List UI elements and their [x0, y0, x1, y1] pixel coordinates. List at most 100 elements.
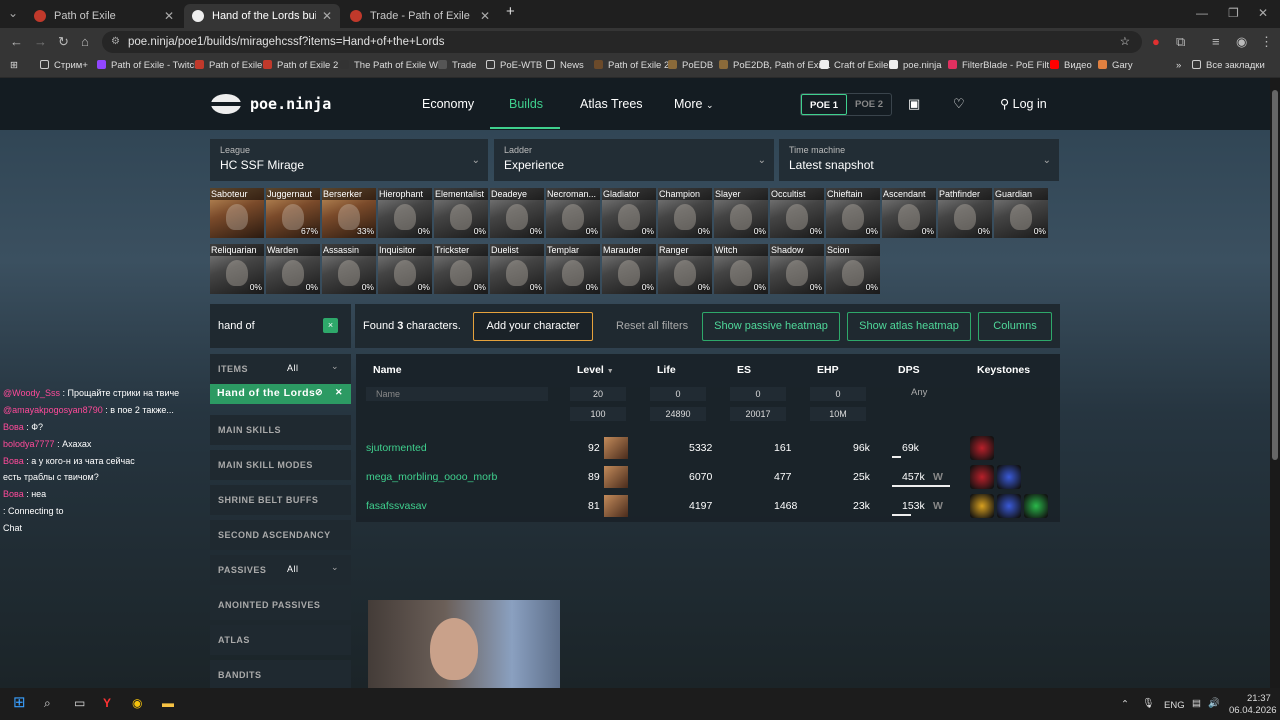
class-filter-22[interactable]: Templar 0% — [546, 244, 600, 294]
close-window-icon[interactable]: ✕ — [1258, 6, 1268, 20]
class-filter-26[interactable]: Shadow 0% — [770, 244, 824, 294]
class-filter-3[interactable]: Berserker 33% — [322, 188, 376, 238]
es-max-filter[interactable]: 20017 — [730, 407, 786, 421]
class-filter-17[interactable]: Warden 0% — [266, 244, 320, 294]
life-min-filter[interactable]: 0 — [650, 387, 706, 401]
es-min-filter[interactable]: 0 — [730, 387, 786, 401]
header-keystones[interactable]: Keystones — [977, 364, 1030, 376]
profile-icon[interactable]: ◉ — [1236, 34, 1247, 50]
bookmark-item[interactable]: The Path of Exile Wiki — [340, 60, 447, 71]
class-filter-2[interactable]: Juggernaut 67% — [266, 188, 320, 238]
league-select[interactable]: League HC SSF Mirage ⌄ — [210, 139, 488, 181]
nav-economy[interactable]: Economy — [422, 97, 474, 111]
bookmark-item[interactable]: Path of Exile 2 — [594, 60, 669, 71]
keystone-icon[interactable] — [970, 465, 994, 489]
address-bar[interactable]: ⚙ poe.ninja/poe1/builds/miragehcssf?item… — [102, 31, 1142, 53]
network-icon[interactable]: ▤ — [1192, 698, 1201, 709]
site-logo[interactable]: poe.ninja — [250, 95, 331, 113]
scrollbar-thumb[interactable] — [1272, 90, 1278, 460]
bandits-section[interactable]: BANDITS — [210, 660, 351, 688]
close-tab-icon[interactable]: ✕ — [322, 9, 332, 23]
character-name-link[interactable]: fasafssvasav — [366, 500, 427, 512]
search-icon[interactable]: ⌕ — [44, 696, 51, 711]
apps-grid-icon[interactable]: ⊞ — [10, 60, 18, 71]
forward-icon[interactable]: → — [34, 34, 47, 49]
life-max-filter[interactable]: 24890 — [650, 407, 706, 421]
chrome-icon[interactable]: ◉ — [132, 696, 142, 710]
anointed-passives-section[interactable]: ANOINTED PASSIVES — [210, 590, 351, 620]
bookmark-item[interactable]: PoE-WTB — [486, 60, 542, 71]
nav-builds[interactable]: Builds — [509, 97, 543, 111]
close-tab-icon[interactable]: ✕ — [480, 9, 490, 23]
shrine-belt-buffs-section[interactable]: SHRINE BELT BUFFS — [210, 485, 351, 515]
items-select[interactable]: All — [287, 360, 341, 378]
nav-more[interactable]: More ⌄ — [674, 97, 714, 111]
bookmark-item[interactable]: Gary — [1098, 60, 1133, 71]
passive-heatmap-button[interactable]: Show passive heatmap — [702, 312, 840, 341]
ninja-logo-icon[interactable] — [211, 94, 241, 114]
close-tab-icon[interactable]: ✕ — [164, 9, 174, 23]
keystone-icon[interactable] — [997, 465, 1021, 489]
class-filter-24[interactable]: Ranger 0% — [658, 244, 712, 294]
class-filter-9[interactable]: Champion 0% — [658, 188, 712, 238]
minimize-icon[interactable]: — — [1196, 6, 1208, 20]
login-button[interactable]: ⚲ Log in — [1000, 96, 1047, 111]
table-row[interactable]: sjutormented 92 5332 161 96k 69k — [356, 434, 1060, 462]
yandex-browser-icon[interactable]: Y — [103, 696, 111, 710]
level-min-filter[interactable]: 20 — [570, 387, 626, 401]
clear-search-button[interactable]: × — [323, 318, 338, 333]
level-max-filter[interactable]: 100 — [570, 407, 626, 421]
language-indicator[interactable]: ENG — [1164, 700, 1185, 711]
passives-section[interactable]: PASSIVES All — [210, 555, 351, 585]
atlas-section[interactable]: ATLAS — [210, 625, 351, 655]
more-bookmarks-icon[interactable]: » — [1176, 60, 1181, 71]
main-skill-modes-section[interactable]: MAIN SKILL MODES — [210, 450, 351, 480]
class-filter-18[interactable]: Assassin 0% — [322, 244, 376, 294]
active-item-filter[interactable]: Hand of the Lords ⊘ ✕ — [210, 384, 351, 404]
bookmark-item[interactable]: Path of Exile — [195, 60, 262, 71]
class-filter-12[interactable]: Chieftain 0% — [826, 188, 880, 238]
class-filter-1[interactable]: Saboteur — [210, 188, 264, 238]
page-scrollbar[interactable] — [1270, 78, 1280, 688]
tab-hand-of-the-lords[interactable]: Hand of the Lords builds - HC S ✕ — [184, 4, 340, 28]
class-filter-19[interactable]: Inquisitor 0% — [378, 244, 432, 294]
class-filter-4[interactable]: Hierophant 0% — [378, 188, 432, 238]
nav-atlas-trees[interactable]: Atlas Trees — [580, 97, 643, 111]
class-filter-5[interactable]: Elementalist 0% — [434, 188, 488, 238]
tab-list-icon[interactable]: ⌄ — [8, 6, 18, 20]
class-filter-14[interactable]: Pathfinder 0% — [938, 188, 992, 238]
table-row[interactable]: fasafssvasav 81 4197 1468 23k 153k W — [356, 492, 1060, 520]
class-filter-10[interactable]: Slayer 0% — [714, 188, 768, 238]
time-machine-select[interactable]: Time machine Latest snapshot ⌄ — [779, 139, 1059, 181]
class-filter-25[interactable]: Witch 0% — [714, 244, 768, 294]
class-filter-15[interactable]: Guardian 0% — [994, 188, 1048, 238]
header-dps[interactable]: DPS — [898, 364, 920, 376]
remove-filter-icon[interactable]: ✕ — [335, 387, 343, 398]
poe2-button[interactable]: POE 2 — [847, 94, 891, 115]
bookmark-item[interactable]: FilterBlade - PoE Filt... — [948, 60, 1057, 71]
new-tab-button[interactable]: + — [506, 3, 515, 20]
header-life[interactable]: Life — [657, 364, 676, 376]
site-info-icon[interactable]: ⚙ — [111, 31, 120, 53]
extensions-puzzle-icon[interactable]: ⧉ — [1176, 34, 1185, 50]
header-name[interactable]: Name — [373, 364, 402, 376]
header-level[interactable]: Level ▼ — [577, 364, 614, 376]
name-filter-input[interactable]: Name — [366, 387, 548, 401]
atlas-heatmap-button[interactable]: Show atlas heatmap — [847, 312, 971, 341]
tab-path-of-exile[interactable]: Path of Exile ✕ — [26, 4, 182, 28]
bookmark-item[interactable]: Path of Exile 2 — [263, 60, 338, 71]
maximize-icon[interactable]: ❐ — [1228, 6, 1239, 20]
class-filter-23[interactable]: Marauder 0% — [602, 244, 656, 294]
bookmark-star-icon[interactable]: ☆ — [1120, 31, 1130, 53]
keystone-icon[interactable] — [1024, 494, 1048, 518]
bookmark-item[interactable]: poe.ninja — [889, 60, 942, 71]
class-filter-21[interactable]: Duelist 0% — [490, 244, 544, 294]
menu-kebab-icon[interactable]: ⋮ — [1260, 34, 1273, 50]
columns-button[interactable]: Columns — [978, 312, 1052, 341]
passives-select[interactable]: All — [287, 561, 341, 579]
character-name-link[interactable]: mega_morbling_oooo_morb — [366, 471, 497, 483]
microphone-icon[interactable]: 🎙 — [1142, 698, 1154, 709]
second-ascendancy-section[interactable]: SECOND ASCENDANCY — [210, 520, 351, 550]
bookmark-item[interactable]: PoE2DB, Path of Exil... — [719, 60, 831, 71]
home-icon[interactable]: ⌂ — [81, 34, 89, 49]
